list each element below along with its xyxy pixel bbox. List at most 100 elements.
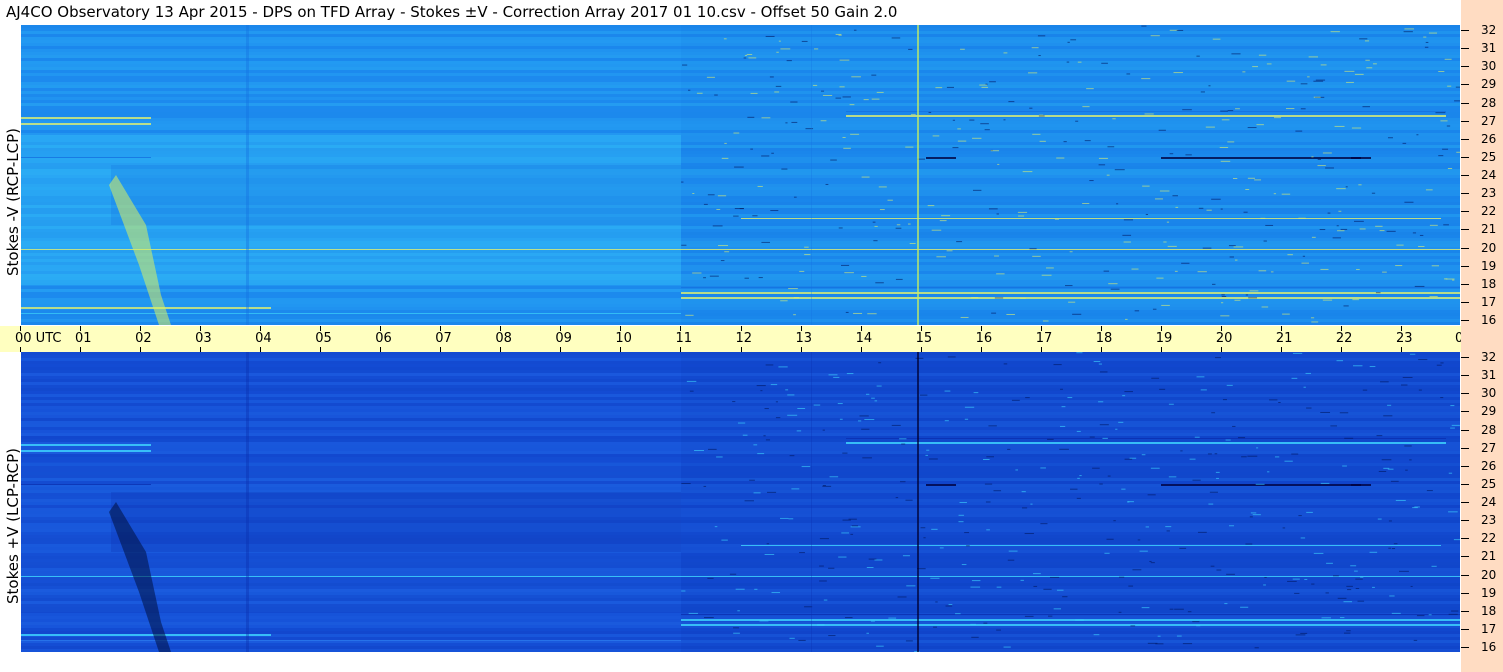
interference-speckle xyxy=(1141,454,1146,456)
time-tick-mark xyxy=(500,326,501,331)
interference-speckle xyxy=(1056,589,1064,591)
interference-speckle xyxy=(823,599,828,601)
interference-speckle xyxy=(716,456,723,458)
interference-speckle xyxy=(1142,185,1150,187)
interference-speckle xyxy=(1122,395,1126,397)
interference-speckle xyxy=(878,362,882,364)
interference-speckle xyxy=(1352,299,1360,301)
interference-speckle xyxy=(1356,269,1360,271)
interference-speckle xyxy=(804,606,813,608)
interference-speckle xyxy=(1089,436,1095,438)
interference-speckle xyxy=(1059,425,1066,427)
interference-speckle xyxy=(791,121,798,123)
interference-speckle xyxy=(757,185,763,187)
vertical-artifact xyxy=(811,25,812,325)
interference-speckle xyxy=(1211,412,1216,414)
interference-speckle xyxy=(1446,125,1451,127)
interference-speckle xyxy=(910,113,916,115)
interference-speckle xyxy=(1056,157,1065,159)
interference-speckle xyxy=(926,449,930,451)
interference-speckle xyxy=(1418,246,1425,248)
frequency-tick-mark xyxy=(1461,466,1469,467)
interference-speckle xyxy=(1159,388,1166,390)
frequency-tick-mark xyxy=(1461,229,1469,230)
time-tick-mark xyxy=(440,347,441,352)
interference-speckle xyxy=(778,366,788,368)
interference-speckle xyxy=(960,316,969,318)
frequency-tick-label: 18 xyxy=(1481,277,1497,291)
interference-speckle xyxy=(1455,86,1460,88)
interference-speckle xyxy=(846,373,854,375)
interference-speckle xyxy=(1196,55,1200,57)
interference-speckle xyxy=(1347,589,1352,591)
interference-speckle xyxy=(1298,217,1306,219)
frequency-tick-mark xyxy=(1461,121,1469,122)
interference-speckle xyxy=(756,385,766,387)
frequency-tick-label: 20 xyxy=(1481,568,1497,582)
interference-speckle xyxy=(876,91,884,93)
interference-speckle xyxy=(1448,472,1453,474)
interference-speckle xyxy=(1208,85,1211,87)
interference-speckle xyxy=(1358,184,1362,186)
interference-speckle xyxy=(1168,403,1174,405)
interference-speckle xyxy=(870,620,875,622)
interference-speckle xyxy=(1127,501,1130,503)
interference-speckle xyxy=(1147,494,1156,496)
interference-speckle xyxy=(828,374,838,376)
interference-speckle xyxy=(1221,119,1230,121)
interference-speckle xyxy=(988,425,997,427)
interference-speckle xyxy=(994,297,1004,299)
interference-speckle xyxy=(1060,388,1063,390)
interference-speckle xyxy=(764,408,769,410)
interference-speckle xyxy=(798,639,806,641)
interference-speckle xyxy=(1369,551,1378,553)
interference-speckle xyxy=(799,270,805,272)
interference-speckle xyxy=(959,502,967,504)
interference-speckle xyxy=(1145,213,1149,215)
interference-speckle xyxy=(1062,596,1068,598)
interference-speckle xyxy=(1355,588,1360,590)
interference-speckle xyxy=(1040,467,1046,469)
interference-speckle xyxy=(1024,615,1034,617)
interference-speckle xyxy=(1207,453,1212,455)
interference-speckle xyxy=(849,104,855,106)
interference-speckle xyxy=(759,620,769,622)
frequency-tick-mark xyxy=(1461,502,1469,503)
interference-speckle xyxy=(716,208,721,210)
interference-speckle xyxy=(1112,118,1116,120)
interference-speckle xyxy=(871,397,875,399)
interference-speckle xyxy=(1150,35,1160,37)
interference-speckle xyxy=(1248,297,1258,299)
time-tick-label: 07 xyxy=(435,331,452,346)
interference-speckle xyxy=(838,34,842,36)
interference-speckle xyxy=(1300,632,1308,634)
interference-speckle xyxy=(858,420,862,422)
time-tick-label: 20 xyxy=(1215,331,1233,346)
interference-speckle xyxy=(864,419,875,421)
interference-speckle xyxy=(1169,608,1174,610)
interference-speckle xyxy=(830,159,837,161)
interference-speckle xyxy=(1383,415,1393,417)
interference-speckle xyxy=(1287,254,1293,256)
interference-speckle xyxy=(873,240,878,242)
interference-speckle xyxy=(1065,285,1073,287)
interference-speckle xyxy=(1263,240,1267,242)
time-tick-mark xyxy=(1041,326,1042,331)
interference-line xyxy=(741,218,1441,219)
interference-speckle xyxy=(952,147,959,149)
interference-speckle xyxy=(1103,270,1110,272)
interference-line xyxy=(21,307,271,309)
interference-speckle xyxy=(1220,315,1230,317)
interference-speckle xyxy=(1313,80,1324,82)
interference-speckle xyxy=(1202,247,1212,249)
interference-speckle xyxy=(961,564,967,566)
interference-line xyxy=(1161,157,1361,159)
time-tick-mark xyxy=(680,347,681,352)
time-tick-mark xyxy=(1281,326,1282,331)
interference-speckle xyxy=(735,588,745,590)
interference-speckle xyxy=(1068,301,1076,303)
interference-speckle xyxy=(786,60,792,62)
time-tick-mark xyxy=(20,347,21,352)
interference-speckle xyxy=(1189,458,1196,460)
interference-speckle xyxy=(1037,35,1046,37)
